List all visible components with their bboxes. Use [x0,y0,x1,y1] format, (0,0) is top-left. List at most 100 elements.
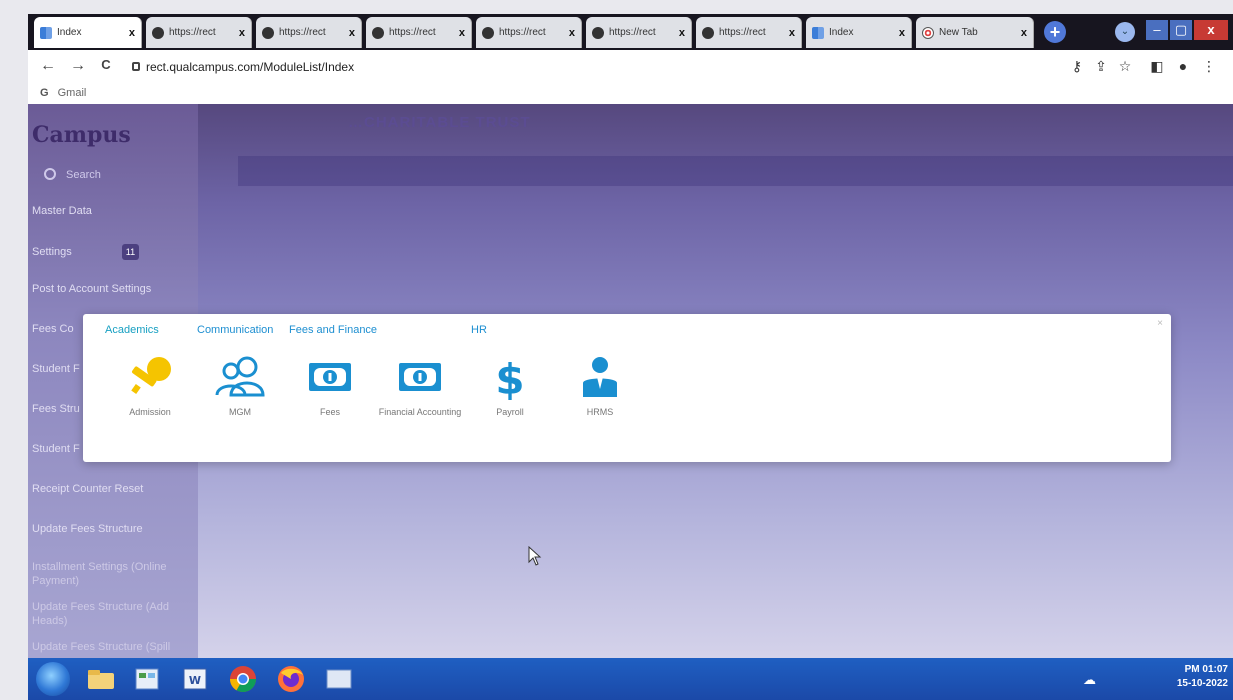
tab-index-2[interactable]: Index x [806,17,912,48]
start-button[interactable] [36,662,70,696]
tab-close-icon[interactable]: x [1021,27,1027,39]
dollar-icon: $ [465,352,555,402]
browser-tab-strip: Index x https://rect x https://rect x ht… [28,14,1233,50]
tab-rect-3[interactable]: https://rect x [366,17,472,48]
tab-label: https://rect [389,27,436,38]
tab-new-tab[interactable]: New Tab x [916,17,1034,48]
star-icon[interactable]: ☆ [1116,58,1134,75]
app-label: HRMS [586,407,614,417]
sidebar-item[interactable]: Post to Account Settings [28,282,198,296]
bookmark-gmail[interactable]: Gmail [58,87,87,99]
lock-icon [132,62,140,71]
reload-button[interactable]: C [96,57,116,72]
clock-time: PM 01:07 [1184,664,1228,675]
screen: Index x https://rect x https://rect x ht… [28,14,1233,700]
app-label: Financial Accounting [378,407,462,417]
brand-logo: Campus [32,122,131,148]
users-icon [195,352,285,402]
file-explorer-icon[interactable] [82,663,120,695]
share-icon[interactable]: ⇪ [1092,58,1110,75]
tab-communication[interactable]: Communication [197,324,273,336]
app-financial-accounting[interactable]: Financial Accounting [375,352,465,418]
tab-close-icon[interactable]: x [349,27,355,39]
tab-close-icon[interactable]: x [239,27,245,39]
address-bar[interactable]: rect.qualcampus.com/ModuleList/Index [128,56,1058,78]
tab-close-icon[interactable]: x [459,27,465,39]
close-window-button[interactable]: x [1194,20,1228,40]
employee-icon [555,352,645,402]
tab-academics[interactable]: Academics [105,324,159,336]
url-text: rect.qualcampus.com/ModuleList/Index [146,60,355,74]
tab-rect-4[interactable]: https://rect x [476,17,582,48]
sidebar-item[interactable]: Update Fees Structure [28,522,198,536]
profile-icon[interactable]: ● [1174,58,1192,74]
minimize-button[interactable]: – [1146,20,1168,40]
sidebar-item[interactable]: Installment Settings (Online Payment) [28,560,198,588]
back-button[interactable]: ← [38,57,58,75]
svg-text:$: $ [495,355,524,400]
new-tab-button[interactable]: + [1044,21,1066,43]
sidebar-item[interactable]: Update Fees Structure (Spill [28,640,198,654]
spreadsheet-app-icon[interactable] [128,663,166,695]
tab-label: https://rect [609,27,656,38]
search-placeholder: Search [66,169,101,181]
key-icon[interactable]: ⚷ [1068,58,1086,75]
tab-rect-1[interactable]: https://rect x [146,17,252,48]
sidebar-item[interactable]: Update Fees Structure (Add Heads) [28,600,198,628]
clock-date: 15-10-2022 [1176,678,1228,689]
globe-icon [592,26,604,39]
app-fees[interactable]: Fees [285,352,375,418]
money-icon [285,352,375,402]
tab-close-icon[interactable]: x [679,27,685,39]
sidepanel-icon[interactable]: ◧ [1148,58,1166,75]
tab-index-active[interactable]: Index x [34,17,142,48]
sidebar-search[interactable]: Search [36,164,186,186]
menu-icon[interactable]: ⋮ [1200,58,1218,75]
grid-icon [812,26,824,39]
globe-icon [152,26,164,39]
mouse-cursor-icon [528,545,542,571]
system-clock[interactable]: PM 01:07 15-10-2022 [1168,663,1228,691]
app-label: Admission [129,407,171,417]
tab-close-icon[interactable]: x [129,27,135,39]
tab-close-icon[interactable]: x [789,27,795,39]
app-label: Payroll [496,407,524,417]
window-thumbnail-icon[interactable] [320,663,358,695]
tab-label: Index [829,27,854,38]
tab-label: New Tab [939,27,978,38]
network-icon[interactable]: ☁ [1083,672,1096,688]
sidebar-item[interactable]: Master Data [28,204,198,218]
chrome-icon[interactable] [224,663,262,695]
app-label: Fees [319,407,340,417]
key-icon [105,352,195,402]
tab-label: Index [57,27,82,38]
svg-text:W: W [189,674,201,687]
app-admission[interactable]: Admission [105,352,195,418]
tab-rect-2[interactable]: https://rect x [256,17,362,48]
firefox-icon[interactable] [272,663,310,695]
chevron-down-icon[interactable]: ⌄ [1115,22,1135,42]
bookmarks-bar: G Gmail [28,84,1233,104]
tab-label: https://rect [719,27,766,38]
sidebar-item[interactable]: Receipt Counter Reset [28,482,198,496]
word-app-icon[interactable]: W [176,663,214,695]
tab-close-icon[interactable]: x [899,27,905,39]
tab-rect-6[interactable]: https://rect x [696,17,802,48]
forward-button[interactable]: → [68,57,88,75]
close-icon[interactable]: × [1157,318,1163,329]
tab-close-icon[interactable]: x [569,27,575,39]
globe-icon [482,26,494,39]
search-icon [44,168,56,180]
globe-icon [702,26,714,39]
app-hrms[interactable]: HRMS [555,352,645,418]
app-mgm[interactable]: MGM [195,352,285,418]
tab-rect-5[interactable]: https://rect x [586,17,692,48]
sidebar-item[interactable]: Settings 11 [28,244,198,260]
module-selector-modal: × Academics Communication Fees and Finan… [83,314,1171,462]
tab-fees-and-finance[interactable]: Fees and Finance [289,324,377,336]
tab-label: https://rect [499,27,546,38]
maximize-button[interactable]: ▢ [1170,20,1192,40]
browser-toolbar: ← → C rect.qualcampus.com/ModuleList/Ind… [28,50,1233,84]
tab-hr[interactable]: HR [471,324,487,336]
app-payroll[interactable]: $ Payroll [465,352,555,418]
